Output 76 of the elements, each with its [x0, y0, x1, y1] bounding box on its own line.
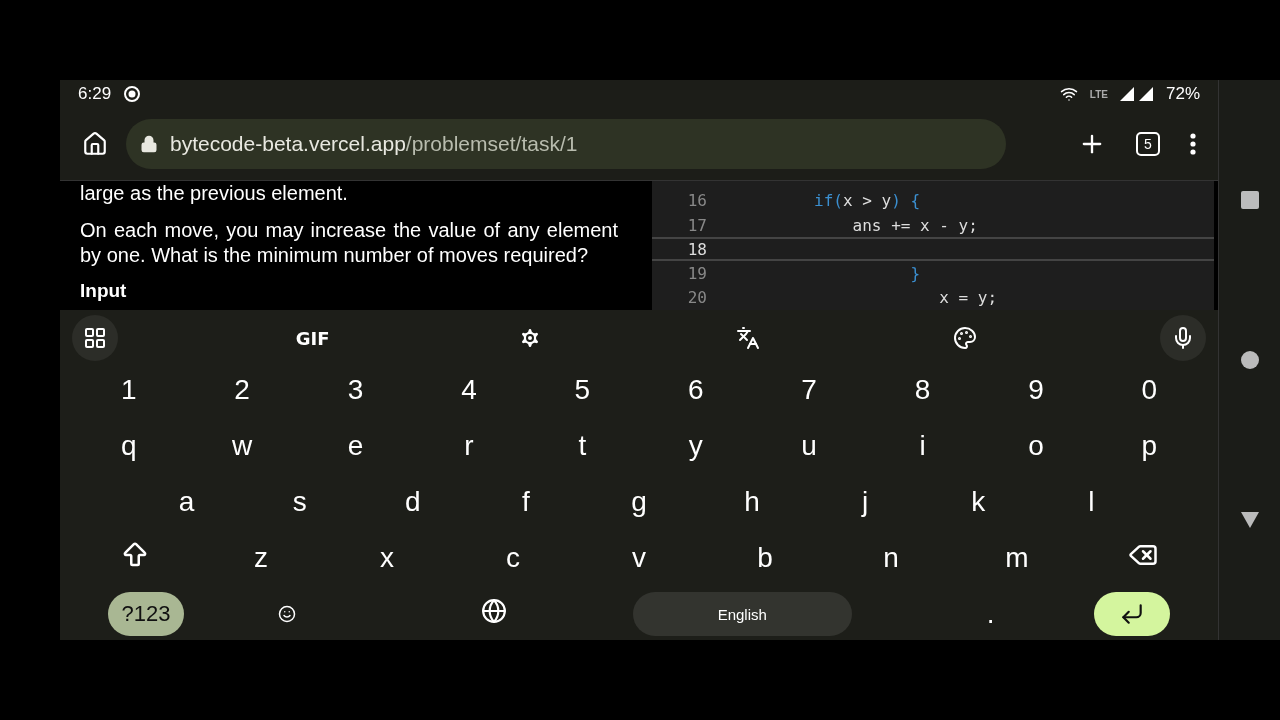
key[interactable]: 8	[865, 364, 980, 416]
key[interactable]: q	[72, 420, 186, 472]
more-icon	[1190, 133, 1196, 156]
line-number: 17	[686, 215, 707, 235]
key[interactable]: k	[921, 476, 1035, 528]
key[interactable]: 3	[298, 364, 413, 416]
line-number: 19	[686, 264, 707, 284]
key[interactable]: 2	[185, 364, 299, 416]
grid-icon	[83, 326, 107, 350]
key[interactable]: c	[450, 532, 576, 584]
enter-icon	[1119, 601, 1145, 627]
home-icon	[82, 131, 108, 158]
key[interactable]: n	[828, 532, 954, 584]
lock-icon	[140, 135, 158, 154]
home-nav-button[interactable]	[1240, 351, 1259, 369]
key[interactable]: z	[198, 532, 324, 584]
key[interactable]: e	[298, 420, 413, 472]
key[interactable]: v	[576, 532, 702, 584]
key[interactable]: t	[525, 420, 640, 472]
section-heading: Input	[80, 279, 128, 302]
key[interactable]: o	[979, 420, 1093, 472]
key[interactable]: 9	[979, 364, 1093, 416]
key[interactable]: d	[356, 476, 470, 528]
key[interactable]: i	[865, 420, 980, 472]
key[interactable]: r	[412, 420, 526, 472]
key[interactable]: 1	[72, 364, 186, 416]
key[interactable]: g	[582, 476, 696, 528]
microphone-button[interactable]	[1159, 315, 1206, 361]
key[interactable]: 7	[752, 364, 866, 416]
code-text: ans += x - y;	[851, 215, 978, 235]
back-button[interactable]	[1239, 511, 1260, 529]
problem-paragraph: On each move, you may increase the value of any element by one. What is the minimum number of moves required?	[80, 217, 618, 268]
key[interactable]: b	[702, 532, 828, 584]
key[interactable]: a	[130, 476, 244, 528]
address-bar[interactable]: bytecode-beta.vercel.app/problemset/task/1	[126, 119, 1006, 170]
key[interactable]: j	[808, 476, 922, 528]
translate-icon	[735, 326, 760, 350]
key[interactable]: l	[1034, 476, 1148, 528]
tab-count-button[interactable]: 5	[1136, 132, 1160, 157]
smiley-icon	[278, 605, 297, 623]
apps-button[interactable]	[72, 315, 118, 361]
palette-icon	[953, 326, 978, 350]
code-text: if(x > y) {	[813, 191, 921, 211]
key[interactable]: x	[324, 532, 450, 584]
recents-button[interactable]	[1240, 191, 1259, 209]
globe-icon	[480, 597, 507, 624]
space-bar[interactable]: English	[633, 592, 852, 636]
key[interactable]: 0	[1092, 364, 1207, 416]
code-editor[interactable]: 16 if(x > y) { 17 ans += x - y; 18 19 } 20 x = y;	[652, 180, 1214, 310]
key[interactable]: s	[243, 476, 357, 528]
period-key[interactable]: .	[887, 588, 1094, 640]
key[interactable]: u	[752, 420, 866, 472]
line-number: 18	[686, 239, 707, 259]
key[interactable]: m	[954, 532, 1080, 584]
key[interactable]: 4	[412, 364, 526, 416]
key[interactable]: f	[469, 476, 583, 528]
key[interactable]: 6	[639, 364, 753, 416]
wifi-icon	[1059, 85, 1078, 104]
gif-button[interactable]: GIF	[289, 315, 336, 361]
status-time: 6:29	[78, 84, 112, 105]
key[interactable]: p	[1092, 420, 1207, 472]
line-number: 20	[686, 288, 707, 308]
symbols-key[interactable]: ?123	[108, 592, 184, 636]
code-text: }	[909, 264, 921, 284]
key[interactable]: y	[639, 420, 753, 472]
record-icon	[123, 85, 142, 104]
key[interactable]: 5	[525, 364, 640, 416]
key[interactable]: h	[695, 476, 809, 528]
battery-level: 72%	[1165, 84, 1200, 105]
enter-key[interactable]	[1094, 592, 1170, 636]
signal-icon	[1119, 86, 1154, 103]
line-number: 16	[686, 191, 707, 211]
code-text: x = y;	[938, 288, 998, 308]
network-type: LTE	[1089, 88, 1108, 100]
problem-paragraph: large as the previous element.	[80, 180, 349, 206]
key[interactable]: w	[185, 420, 299, 472]
